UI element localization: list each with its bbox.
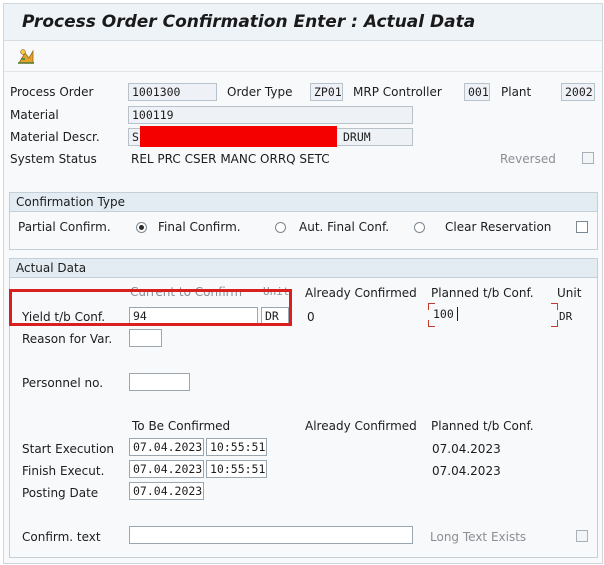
- partial-confirm-label: Partial Confirm.: [18, 220, 111, 234]
- toolbar: [4, 41, 602, 72]
- redaction-mark: [140, 126, 337, 147]
- aut-final-conf-radio[interactable]: [275, 222, 286, 233]
- final-confirm-label: Final Confirm.: [158, 220, 241, 234]
- col-already-confirmed: Already Confirmed: [305, 286, 417, 300]
- page-title: Process Order Confirmation Enter : Actua…: [22, 12, 476, 32]
- order-type-field[interactable]: ZP01: [310, 83, 343, 101]
- clear-reservation-radio[interactable]: [414, 222, 425, 233]
- col-unit-2: Unit: [557, 286, 582, 300]
- final-confirm-radio[interactable]: [136, 222, 147, 233]
- personnel-no-label: Personnel no.: [22, 376, 104, 390]
- planned-quantity-value: 100: [433, 307, 454, 321]
- goods-movement-icon[interactable]: [16, 47, 36, 65]
- start-date-input[interactable]: 07.04.2023: [129, 438, 204, 456]
- planned-unit-value: DR: [559, 310, 573, 323]
- actual-data-title: Actual Data: [10, 259, 597, 278]
- confirm-text-label: Confirm. text: [22, 530, 101, 544]
- text-cursor: [457, 307, 458, 321]
- reason-for-var-label: Reason for Var.: [22, 332, 113, 346]
- system-status-value: REL PRC CSER MANC ORRQ SETC: [131, 152, 330, 166]
- process-order-field[interactable]: 1001300: [128, 83, 217, 101]
- dates-col-already-confirmed: Already Confirmed: [305, 419, 417, 433]
- sap-window: Process Order Confirmation Enter : Actua…: [3, 3, 603, 564]
- reversed-checkbox[interactable]: [582, 152, 594, 164]
- finish-execution-label: Finish Execut.: [22, 464, 105, 478]
- reason-for-var-input[interactable]: [129, 329, 162, 347]
- confirmation-type-group: Confirmation Type Partial Confirm. Final…: [9, 192, 598, 250]
- clear-reservation-label: Clear Reservation: [445, 220, 552, 234]
- confirmation-type-title: Confirmation Type: [10, 193, 597, 212]
- title-bar: Process Order Confirmation Enter : Actua…: [4, 4, 602, 41]
- clear-reservation-checkbox[interactable]: [576, 221, 588, 233]
- material-field[interactable]: 100119: [128, 106, 413, 124]
- start-execution-label: Start Execution: [22, 442, 115, 456]
- dates-col-to-be-confirmed: To Be Confirmed: [132, 419, 231, 433]
- mrp-controller-label: MRP Controller: [353, 85, 442, 99]
- finish-date-input[interactable]: 07.04.2023: [129, 460, 204, 478]
- long-text-exists-label: Long Text Exists: [430, 530, 527, 544]
- start-time-input[interactable]: 10:55:51: [206, 438, 267, 456]
- plant-label: Plant: [501, 85, 532, 99]
- system-status-label: System Status: [10, 152, 97, 166]
- material-descr-label: Material Descr.: [10, 130, 100, 144]
- mrp-controller-field[interactable]: 001: [464, 83, 490, 101]
- reversed-label: Reversed: [500, 152, 556, 166]
- plant-field[interactable]: 2002: [561, 83, 595, 101]
- dates-col-planned: Planned t/b Conf.: [431, 419, 534, 433]
- col-planned-tbc: Planned t/b Conf.: [431, 286, 534, 300]
- finish-planned-value: 07.04.2023: [432, 464, 501, 478]
- posting-date-input[interactable]: 07.04.2023: [129, 482, 204, 500]
- confirm-text-input[interactable]: [129, 526, 413, 544]
- process-order-label: Process Order: [10, 85, 94, 99]
- finish-time-input[interactable]: 10:55:51: [206, 460, 267, 478]
- aut-final-conf-label: Aut. Final Conf.: [299, 220, 390, 234]
- start-planned-value: 07.04.2023: [432, 442, 501, 456]
- long-text-exists-checkbox[interactable]: [576, 530, 588, 542]
- order-type-label: Order Type: [227, 85, 293, 99]
- material-label: Material: [10, 108, 59, 122]
- posting-date-label: Posting Date: [22, 486, 99, 500]
- material-descr-suffix: DRUM: [343, 130, 371, 144]
- material-descr-prefix: S: [132, 130, 139, 144]
- yield-highlight-box: [9, 289, 292, 326]
- yield-already-value: 0: [307, 310, 315, 324]
- planned-quantity-field[interactable]: 100: [428, 303, 558, 327]
- personnel-no-input[interactable]: [129, 373, 190, 391]
